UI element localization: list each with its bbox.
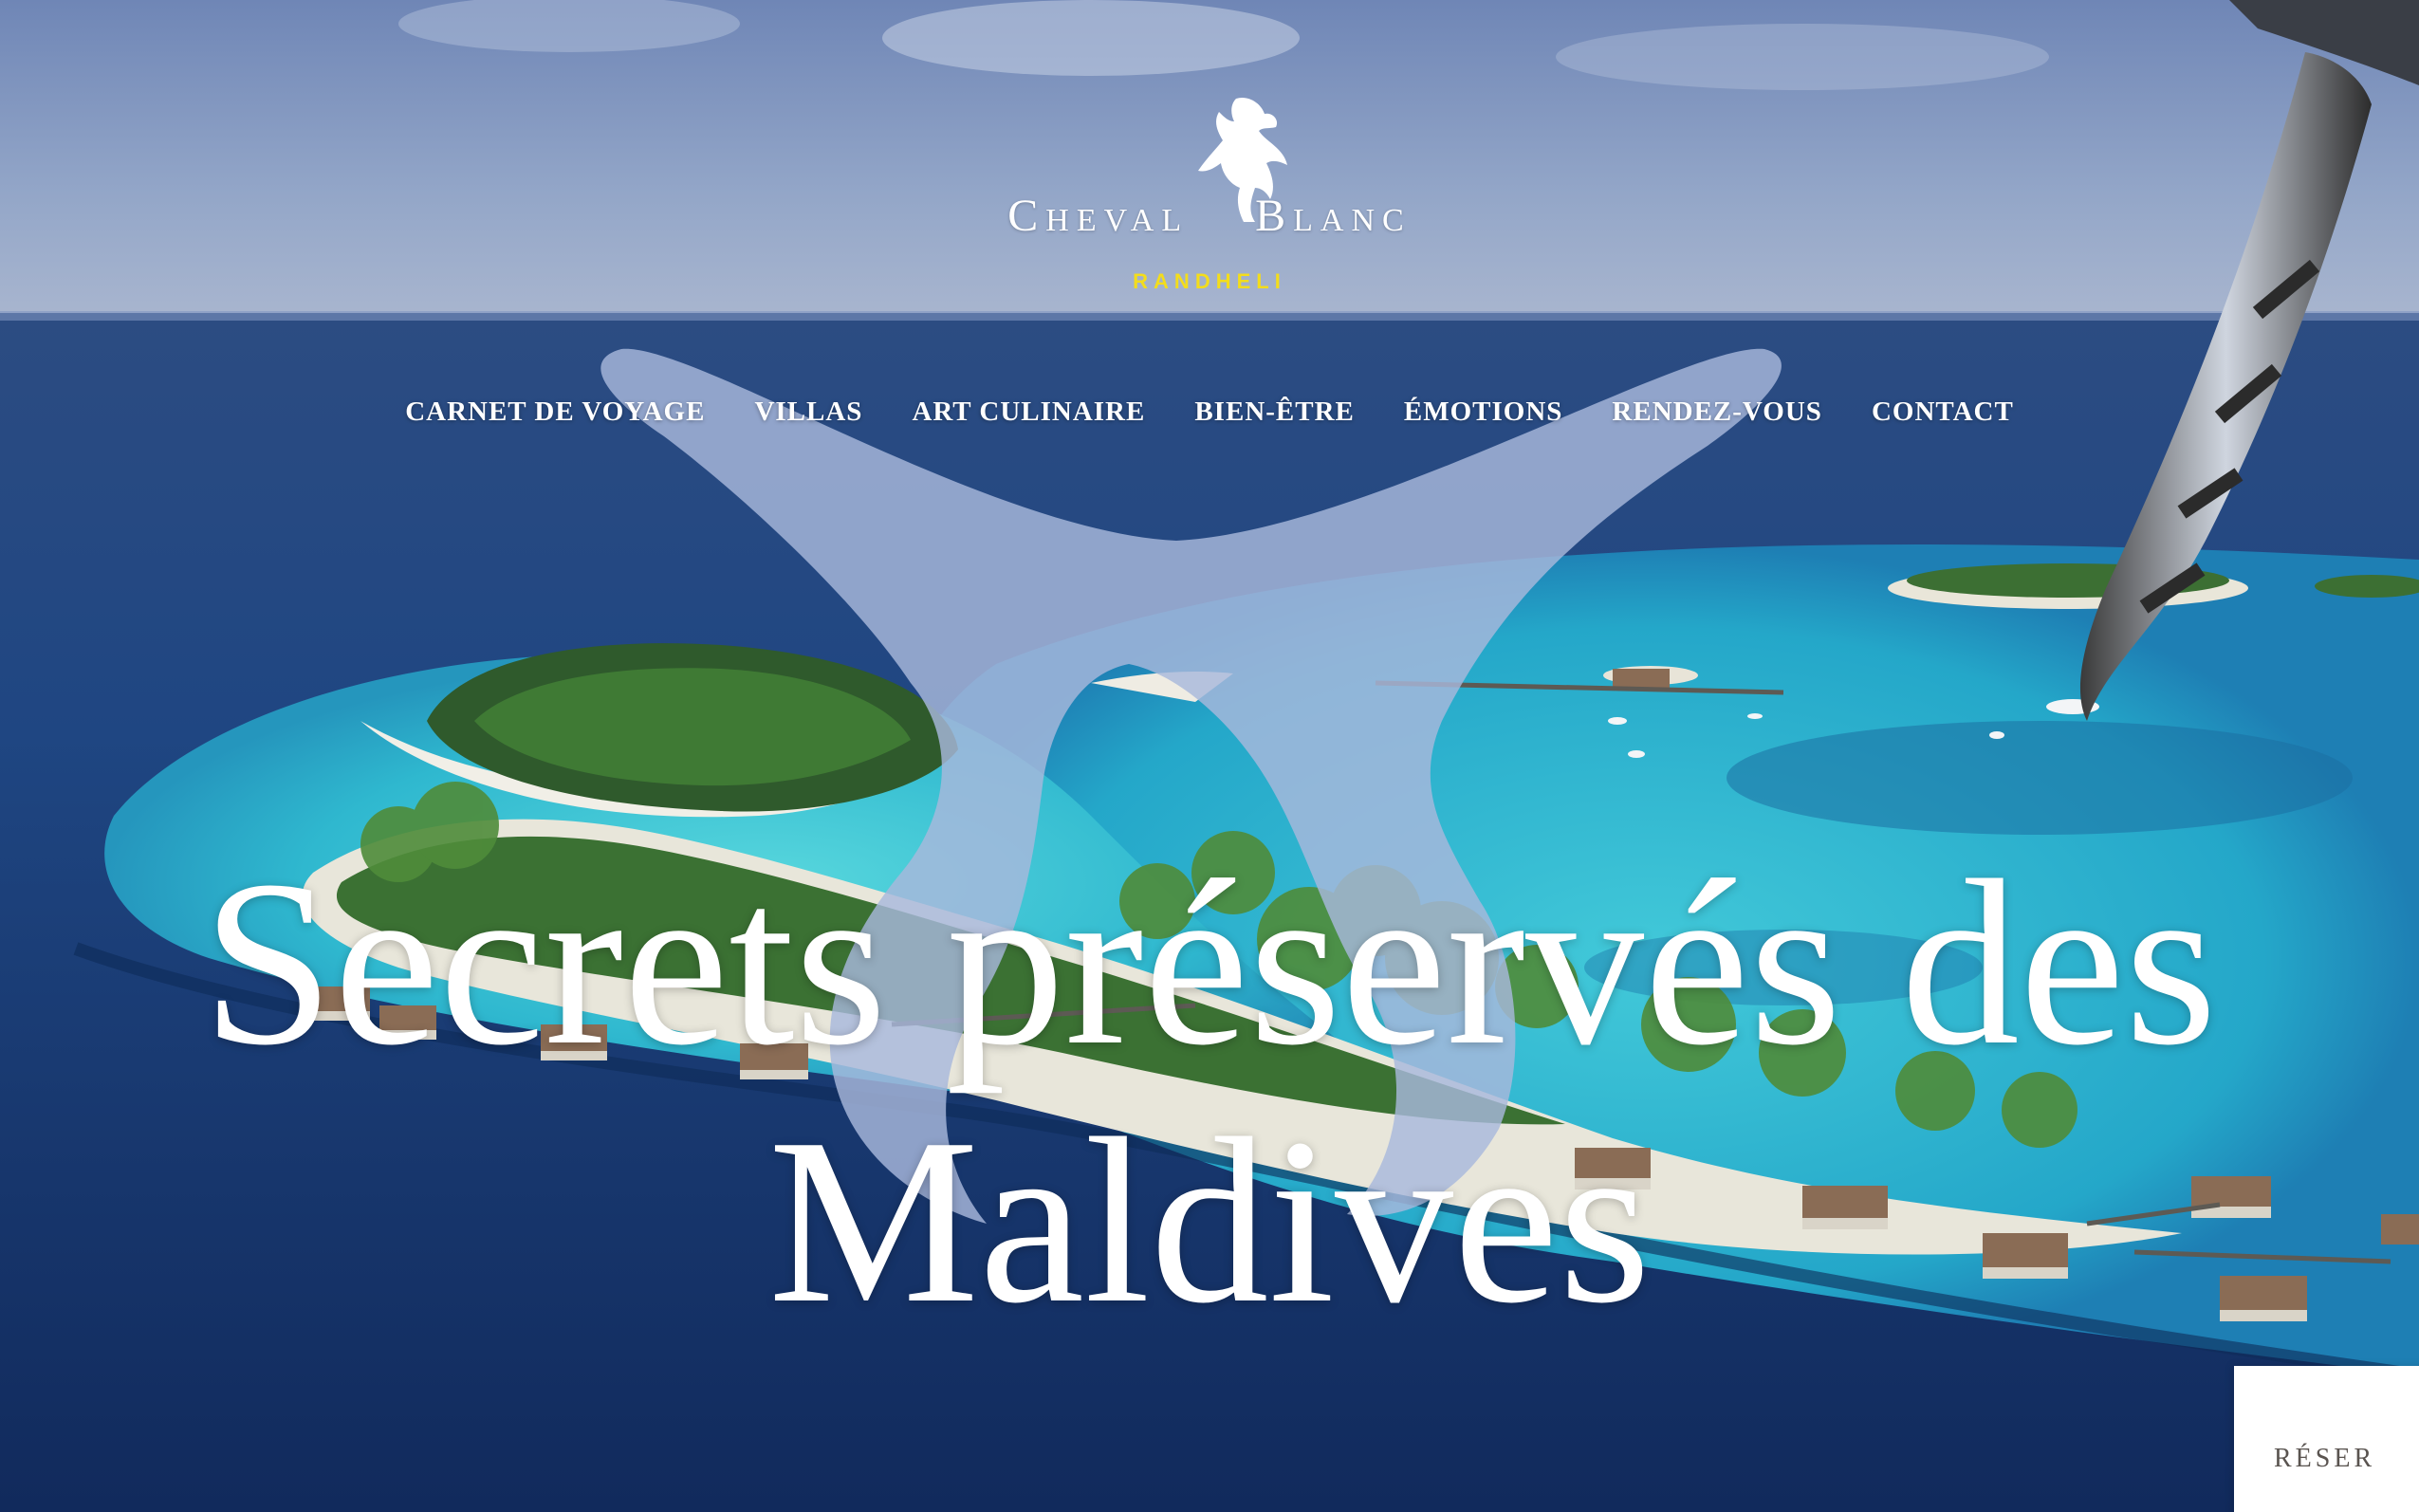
nav-item-contact[interactable]: CONTACT <box>1872 396 2014 428</box>
hero-headline-line1: Secrets préservés des <box>201 832 2218 1095</box>
brand-location: RANDHELI <box>1133 269 1286 293</box>
nav-item-rendez-vous[interactable]: RENDEZ-VOUS <box>1612 396 1822 428</box>
reserve-button-label: RÉSER <box>2274 1444 2376 1473</box>
nav-item-bien-etre[interactable]: BIEN-ÊTRE <box>1194 396 1355 428</box>
hero-headline-line2: Maldives <box>767 1090 1652 1353</box>
nav-item-carnet-de-voyage[interactable]: CARNET DE VOYAGE <box>405 396 705 428</box>
reserve-button[interactable]: RÉSER <box>2234 1366 2419 1512</box>
main-nav: CARNET DE VOYAGE VILLAS ART CULINAIRE BI… <box>0 396 2419 428</box>
brand-wordmark[interactable]: Cheval Blanc <box>0 190 2419 242</box>
nav-item-villas[interactable]: VILLAS <box>754 396 862 428</box>
hero-page: Cheval Blanc RANDHELI CARNET DE VOYAGE VI… <box>0 0 2419 1512</box>
brand-name-right: Blanc <box>1255 191 1412 241</box>
brand-name-left: Cheval <box>1007 191 1190 241</box>
hero-headline: Secrets préservés des Maldives <box>0 835 2419 1351</box>
nav-item-art-culinaire[interactable]: ART CULINAIRE <box>912 396 1145 428</box>
nav-item-emotions[interactable]: ÉMOTIONS <box>1404 396 1563 428</box>
